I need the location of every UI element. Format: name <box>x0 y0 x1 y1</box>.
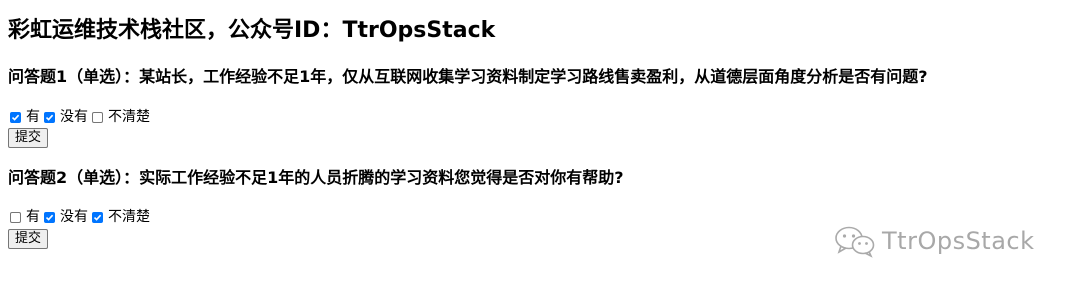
page: 彩虹运维技术栈社区，公众号ID：TtrOpsStack 问答题1（单选）：某站长… <box>0 0 1080 290</box>
checkbox-q1-buqingchu[interactable] <box>92 111 103 123</box>
checkbox-q1-meiyou[interactable] <box>44 111 55 123</box>
question-1-options: 有 没有 不清楚 <box>10 108 154 126</box>
watermark: TtrOpsStack <box>834 224 1035 258</box>
option-label: 没有 <box>60 209 88 225</box>
option-q2-you[interactable]: 有 <box>10 208 40 226</box>
checkbox-q2-you[interactable] <box>10 211 21 223</box>
option-label: 没有 <box>60 109 88 125</box>
wechat-icon <box>835 226 875 258</box>
page-title: 彩虹运维技术栈社区，公众号ID：TtrOpsStack <box>8 18 496 43</box>
option-q1-meiyou[interactable]: 没有 <box>44 108 88 126</box>
option-q1-buqingchu[interactable]: 不清楚 <box>92 108 150 126</box>
option-q1-you[interactable]: 有 <box>10 108 40 126</box>
checkbox-q2-buqingchu[interactable] <box>92 211 103 223</box>
option-q2-buqingchu[interactable]: 不清楚 <box>92 208 150 226</box>
question-2-options: 有 没有 不清楚 <box>10 208 154 226</box>
submit-button-q2[interactable]: 提交 <box>8 229 49 249</box>
checkbox-q1-you[interactable] <box>10 111 21 123</box>
option-label: 有 <box>26 109 40 125</box>
submit-button-q1[interactable]: 提交 <box>8 128 49 148</box>
checkbox-q2-meiyou[interactable] <box>44 211 55 223</box>
question-1-text: 问答题1（单选）：某站长，工作经验不足1年，仅从互联网收集学习资料制定学习路线售… <box>8 67 928 86</box>
option-label: 不清楚 <box>108 109 150 125</box>
option-label: 有 <box>26 209 40 225</box>
watermark-text: TtrOpsStack <box>882 227 1035 255</box>
option-label: 不清楚 <box>108 209 150 225</box>
option-q2-meiyou[interactable]: 没有 <box>44 208 88 226</box>
question-2-text: 问答题2（单选）：实际工作经验不足1年的人员折腾的学习资料您觉得是否对你有帮助? <box>8 168 624 187</box>
